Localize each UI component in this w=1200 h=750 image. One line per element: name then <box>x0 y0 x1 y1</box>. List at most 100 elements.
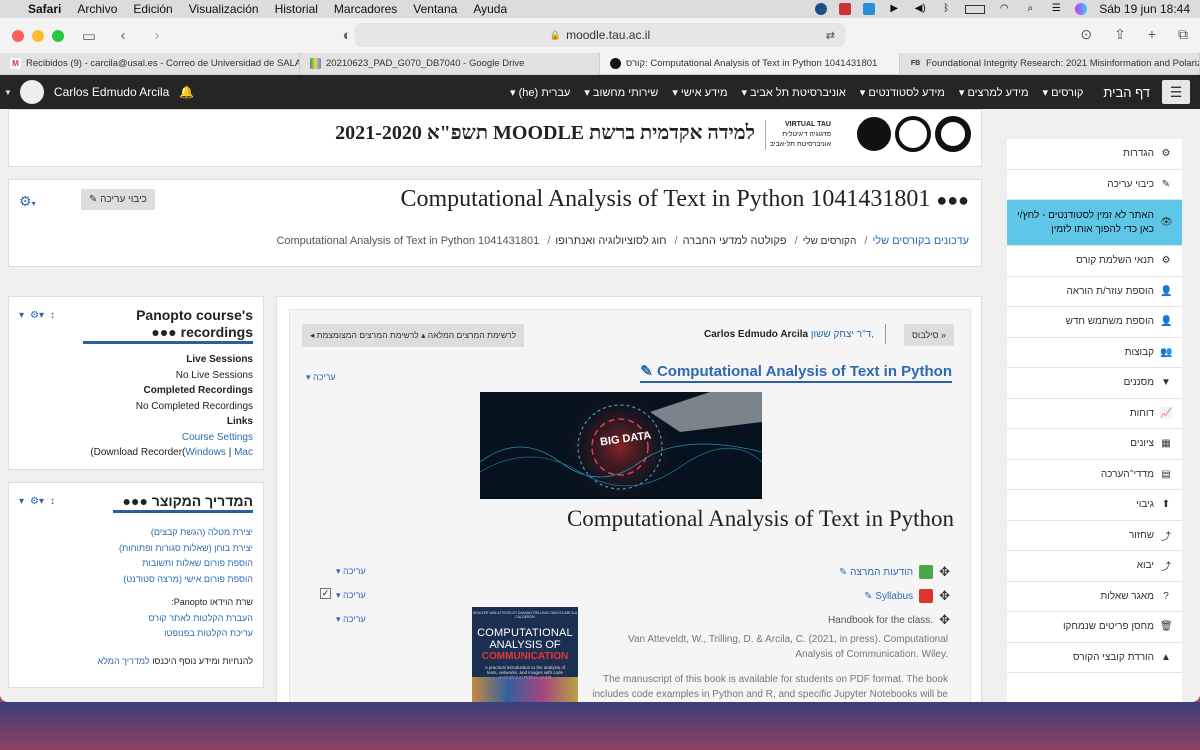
breadcrumb-department[interactable]: חוג לסוציולוגיה ואנתרופו <box>555 235 666 247</box>
move-icon[interactable]: ✥ <box>939 588 950 604</box>
status-app-icon-2[interactable] <box>839 3 852 15</box>
tab-facebook[interactable]: FB Foundational Integrity Research: 2021 … <box>900 53 1200 74</box>
sidebar-item[interactable]: קבוצות 👥 <box>1007 338 1182 368</box>
download-icon[interactable]: ⊙ <box>1080 26 1092 43</box>
tab-overview-icon[interactable]: ⧉ <box>1178 26 1188 43</box>
status-app-icon[interactable] <box>815 3 828 15</box>
forward-icon[interactable]: › <box>148 27 166 44</box>
menu-archivo[interactable]: Archivo <box>77 2 117 16</box>
full-guide-link[interactable]: למדריך המלא <box>97 656 149 666</box>
gear-icon[interactable]: ⚙▾ <box>30 310 44 344</box>
battery-icon[interactable] <box>965 4 986 14</box>
status-app-icon-3[interactable] <box>863 3 876 15</box>
zoom-window-button[interactable] <box>52 29 64 42</box>
video-link[interactable]: עריכת הקלטות בפנופטו <box>164 628 253 638</box>
menu-ayuda[interactable]: Ayuda <box>473 2 507 16</box>
sidebar-toggle-icon[interactable]: ▭ <box>80 27 98 45</box>
volume-icon[interactable]: ◀) <box>913 3 927 15</box>
wifi-icon[interactable]: ◠ <box>997 3 1011 15</box>
control-center-icon[interactable]: ☰ <box>1049 3 1063 15</box>
syllabus-button[interactable]: סילבוס » <box>904 324 954 346</box>
edit-menu[interactable]: ▾ עריכה <box>336 590 366 601</box>
menu-visualizacion[interactable]: Visualización <box>189 2 259 16</box>
lecturer-link[interactable]: ד"ר יצחק ששון, <box>811 329 874 340</box>
hamburger-menu-icon[interactable]: ☰ <box>1162 80 1190 104</box>
minimize-window-button[interactable] <box>32 29 44 42</box>
breadcrumb-my-courses[interactable]: הקורסים שלי <box>803 236 857 247</box>
nav-courses[interactable]: קורסים ▾ <box>1043 86 1084 99</box>
nav-personal-info[interactable]: מידע אישי ▾ <box>672 86 727 99</box>
sidebar-item[interactable]: תנאי השלמת קורס ⚙ <box>1007 246 1182 277</box>
sidebar-item[interactable]: מחסן פריטים שנמחקו 🗑 <box>1007 612 1182 643</box>
sidebar-item[interactable]: ציונים ▦ <box>1007 429 1182 460</box>
activity-link[interactable]: ✎ הודעות המרצה <box>839 567 913 578</box>
sidebar-item[interactable]: כיבוי עריכה ✎ <box>1007 170 1182 200</box>
edit-menu[interactable]: ▾ עריכה <box>336 614 366 625</box>
chevron-down-icon[interactable]: ▾ <box>19 496 24 513</box>
tab-gmail[interactable]: M Recibidos (9) - carcila@usal.es - Corre… <box>0 53 300 74</box>
sidebar-item[interactable]: הוספת משתמש חדש 👤 <box>1007 307 1182 338</box>
breadcrumb-updates[interactable]: עדכונים בקורסים שלי <box>872 235 969 247</box>
sidebar-item[interactable]: הורדת קובצי הקורס ▲ <box>1007 643 1182 673</box>
siri-icon[interactable] <box>1075 3 1088 15</box>
bell-icon[interactable]: 🔔 <box>179 85 194 99</box>
menubar-clock[interactable]: Sáb 19 jun 18:44 <box>1099 2 1190 16</box>
nav-home[interactable]: דף הבית <box>1103 85 1150 100</box>
move-icon[interactable]: ✥ <box>939 564 950 580</box>
sidebar-item[interactable]: מסננים ▼ <box>1007 368 1182 399</box>
windows-link[interactable]: Windows <box>185 447 226 458</box>
breadcrumb-course[interactable]: Computational Analysis of Text in Python… <box>276 235 539 247</box>
sidebar-item[interactable]: יבוא ⤴ <box>1007 551 1182 582</box>
menu-ventana[interactable]: Ventana <box>413 2 457 16</box>
mac-link[interactable]: Mac <box>234 447 253 458</box>
move-icon[interactable]: ↕ <box>50 496 55 513</box>
video-link[interactable]: העברת הקלטות לאתר קורס <box>149 613 253 623</box>
new-tab-icon[interactable]: + <box>1148 26 1156 43</box>
sidebar-item[interactable]: מדדי־הערכה ▤ <box>1007 460 1182 490</box>
activity-link[interactable]: ✎ Syllabus <box>864 591 913 602</box>
sidebar-item[interactable]: גיבוי ⬆ <box>1007 490 1182 521</box>
menu-historial[interactable]: Historial <box>275 2 318 16</box>
lecturers-list-toggle[interactable]: ◂ לרשימת המרצים המלאה ▴ לרשימת המרצים המ… <box>302 324 525 347</box>
nav-tau[interactable]: אוניברסיטת תל אביב ▾ <box>742 86 846 99</box>
tab-moodle[interactable]: קורס: Computational Analysis of Text in … <box>600 53 900 74</box>
gear-icon[interactable]: ⚙▾ <box>30 496 44 513</box>
breadcrumb-faculty[interactable]: פקולטה למדעי החברה <box>683 235 787 247</box>
guide-link[interactable]: הוספת פורום אישי (מרצה סטודנט) <box>123 574 253 584</box>
sidebar-item[interactable]: הוספת עוזר/ת הוראה 👤 <box>1007 277 1182 307</box>
menu-edicion[interactable]: Edición <box>133 2 172 16</box>
address-bar[interactable]: 🔒 moodle.tau.ac.il ⇄ <box>355 23 845 47</box>
back-icon[interactable]: ‹ <box>114 27 132 44</box>
completion-checkbox[interactable]: ✓ <box>320 588 331 599</box>
guide-link[interactable]: הוספת פורום שאלות ותשובות <box>142 558 253 568</box>
nav-computing[interactable]: שירותי מחשוב ▾ <box>584 86 658 99</box>
nav-lecturers-info[interactable]: מידע למרצים ▾ <box>959 86 1029 99</box>
guide-link[interactable]: יצירת בוחן (שאלות סגורות ופתוחות) <box>119 543 253 553</box>
course-settings-link[interactable]: Course Settings <box>182 432 253 443</box>
bluetooth-icon[interactable]: ᛒ <box>939 3 953 15</box>
privacy-shield-icon[interactable]: ◐ <box>338 27 356 44</box>
guide-link[interactable]: יצירת מטלה (הגשת קבצים) <box>151 527 253 537</box>
move-icon[interactable]: ✥ <box>939 612 950 628</box>
share-icon[interactable]: ⇪ <box>1114 26 1126 43</box>
tab-drive[interactable]: 20210623_PAD_G070_DB7040 - Google Drive <box>300 53 600 74</box>
translate-icon[interactable]: ⇄ <box>826 29 835 42</box>
sidebar-item[interactable]: הגדרות ⚙ <box>1007 139 1182 170</box>
search-icon[interactable]: ⌕ <box>1023 3 1037 15</box>
close-window-button[interactable] <box>12 29 24 42</box>
sidebar-item[interactable]: שחזור ⤴ <box>1007 521 1182 551</box>
move-icon[interactable]: ↕ <box>50 310 55 344</box>
chevron-down-icon[interactable]: ▾ <box>19 310 24 344</box>
user-menu[interactable]: ▼ Carlos Edmudo Arcila 🔔 <box>0 80 194 104</box>
edit-menu[interactable]: ▾ עריכה <box>306 372 336 383</box>
menu-app-name[interactable]: Safari <box>28 2 61 16</box>
nav-students-info[interactable]: מידע לסטודנטים ▾ <box>860 86 945 99</box>
edit-toggle-button[interactable]: ✎ כיבוי עריכה <box>81 189 155 210</box>
gear-icon[interactable]: ⚙▾ <box>19 193 36 210</box>
menu-marcadores[interactable]: Marcadores <box>334 2 397 16</box>
sidebar-item[interactable]: האתר לא זמין לסטודנטים - לחץ/י כאן כדי ל… <box>1007 200 1182 246</box>
nav-language[interactable]: עברית (he) ▾ <box>510 86 570 99</box>
sidebar-item[interactable]: דוחות 📈 <box>1007 399 1182 429</box>
play-icon[interactable]: ▶ <box>887 3 901 15</box>
edit-menu[interactable]: ▾ עריכה <box>336 566 366 577</box>
